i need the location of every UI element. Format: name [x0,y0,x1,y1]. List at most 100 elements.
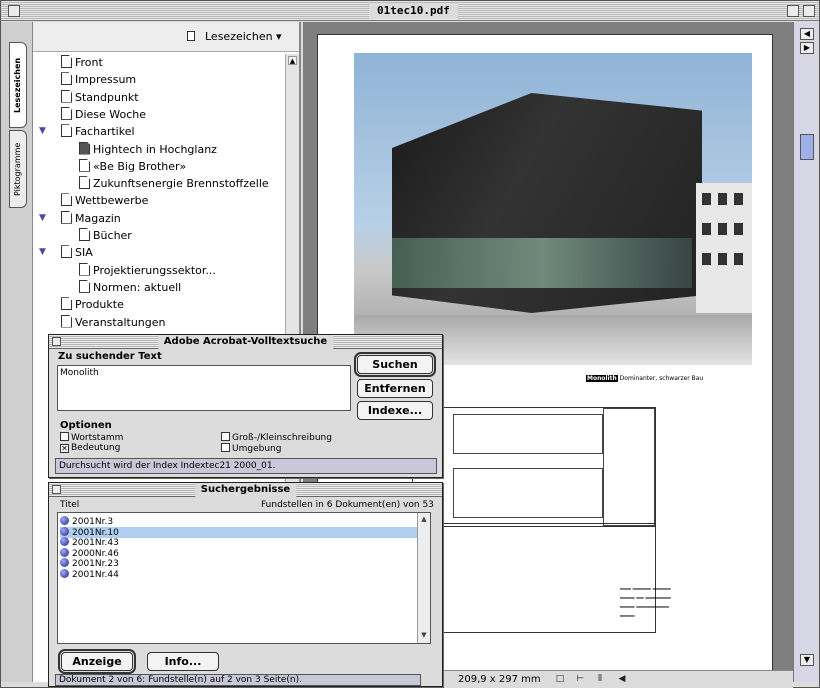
title-bar[interactable]: 01tec10.pdf [1,1,819,21]
search-input[interactable]: Monolith [57,365,351,411]
single-page-icon[interactable]: □ [553,674,567,686]
document-ball-icon [60,526,69,536]
result-label: 2001Nr.10 [72,527,119,538]
acrobat-window: 01tec10.pdf Lesezeichen Piktogramme Lese… [0,0,820,688]
bookmark-page-icon [79,279,90,293]
plan-caption: ━━━ ━━━━━ ━━━━━ ━━━━ ━━ ━━━━━━━ ━━━━ ━━━━━… [620,586,671,620]
zoom-box[interactable] [787,5,799,17]
bookmarks-menu[interactable]: Lesezeichen ▾ [205,30,282,43]
scroll-down-icon[interactable]: ▼ [800,654,814,666]
photo-side-building [696,183,752,313]
tab-bookmarks[interactable]: Lesezeichen [9,42,27,128]
collapse-box[interactable] [803,5,815,17]
close-box[interactable] [8,5,20,17]
search-dialog-title: Adobe Acrobat-Volltextsuche [157,335,334,349]
search-dialog: Adobe Acrobat-Volltextsuche Zu suchender… [48,334,443,478]
bookmark-page-icon [79,262,90,276]
bookmark-label: Standpunkt [75,90,139,104]
scroll-down-icon[interactable]: ▼ [419,631,429,641]
option-wordstem[interactable]: Wortstamm [60,432,123,443]
continuous-page-icon[interactable]: ⊢ [573,674,587,686]
scroll-up-icon[interactable]: ▲ [288,56,297,65]
scroll-thumb[interactable] [800,134,814,160]
next-page-icon[interactable]: ▶ [800,42,814,54]
bookmark-label: Produkte [75,298,124,312]
scroll-up-icon[interactable]: ▲ [419,515,429,525]
bookmark-item[interactable]: Veranstaltungen [61,314,166,331]
bookmark-page-icon [61,210,72,224]
bookmark-label: Bücher [93,229,132,242]
checkbox-icon[interactable] [221,443,230,452]
bookmark-label: Hightech in Hochglanz [93,142,217,156]
results-dialog-title: Suchergebnisse [194,483,297,497]
result-label: 2001Nr.3 [72,517,114,527]
checkbox-icon[interactable] [60,432,69,441]
bookmark-page-icon [61,106,72,120]
option-proximity[interactable]: Umgebung [221,443,281,454]
caption-text: Dominanter, schwarzer Bau [619,375,704,382]
expand-triangle-icon[interactable]: ▼ [39,244,46,261]
result-label: 2001Nr.44 [72,569,119,580]
result-label: 2001Nr.23 [72,559,119,569]
result-item[interactable]: 2000Nr.46 [60,547,418,559]
search-dialog-close[interactable] [52,337,61,346]
show-button[interactable]: Anzeige [58,649,136,674]
bookmark-item[interactable]: Normen: aktuell [79,279,181,296]
result-item[interactable]: 2001Nr.43 [60,537,418,548]
window-title: 01tec10.pdf [369,3,458,19]
bookmark-label: Zukunftsenergie Brennstoffzelle [93,177,269,191]
bookmark-item[interactable]: Wettbewerbe [61,192,148,209]
document-ball-icon [60,547,69,557]
results-dialog-titlebar[interactable]: Suchergebnisse [49,483,442,497]
document-scrollbar[interactable]: ◀ ▶ ▼ [793,22,819,682]
bookmark-label: «Be Big Brother» [93,159,187,173]
bookmark-item[interactable]: Hightech in Hochglanz [79,141,217,158]
prev-page-icon[interactable]: ◀ [800,28,814,40]
option-case[interactable]: Groß-/Kleinschreibung [221,432,332,443]
result-item[interactable]: 2001Nr.3 [60,516,418,527]
bookmark-item[interactable]: Projektierungssektor... [79,262,216,279]
side-tabs: Lesezeichen Piktogramme [1,22,33,682]
checkbox-checked-icon[interactable]: ✕ [60,444,69,453]
search-hit-highlight: Monolith [586,375,618,382]
result-label: 2001Nr.43 [72,538,119,548]
results-dialog-close[interactable] [52,485,61,494]
bookmark-item[interactable]: Standpunkt [61,89,139,106]
bookmark-label: Fachartikel [75,125,135,139]
bookmark-item[interactable]: Bücher [79,227,132,244]
result-item[interactable]: 2001Nr.10 [60,526,418,538]
result-item[interactable]: 2001Nr.44 [60,568,418,580]
expand-triangle-icon[interactable]: ▼ [39,123,46,140]
checkbox-icon[interactable] [221,432,230,441]
results-scrollbar[interactable]: ▲ ▼ [417,513,430,643]
document-ball-icon [60,516,69,525]
hscroll-left-icon[interactable]: ◀ [615,674,629,686]
facing-page-icon[interactable]: ⫴ [593,674,607,686]
remove-button[interactable]: Entfernen [357,379,433,398]
search-button[interactable]: Suchen [354,352,436,377]
building-photo [354,53,752,365]
results-list: 2001Nr.3 2001Nr.10 2001Nr.43 2000Nr.46 2001N… [57,512,431,644]
bookmark-label: SIA [75,246,93,260]
expand-triangle-icon[interactable]: ▼ [39,210,46,227]
bookmark-label: Front [75,56,103,69]
bookmark-item[interactable]: ▼ Magazin [39,210,121,227]
page-size: 209,9 x 297 mm [458,674,541,685]
bookmark-item[interactable]: Produkte [61,296,124,313]
indexes-button[interactable]: Indexe... [357,401,433,420]
bookmark-item[interactable]: Diese Woche [61,106,146,123]
bookmark-item[interactable]: Impressum [61,71,136,88]
info-button[interactable]: Info... [147,652,219,671]
bookmark-item[interactable]: Zukunftsenergie Brennstoffzelle [79,175,269,192]
tab-thumbnails[interactable]: Piktogramme [9,130,27,208]
bookmark-icon [187,31,195,41]
bookmark-page-icon [61,55,72,68]
bookmark-item[interactable]: ▼ Fachartikel [39,123,135,140]
search-dialog-titlebar[interactable]: Adobe Acrobat-Volltextsuche [49,335,442,349]
option-meaning[interactable]: ✕ Bedeutung [60,443,120,453]
result-item[interactable]: 2001Nr.23 [60,558,418,569]
bookmark-item[interactable]: ▼ SIA [39,244,93,261]
bookmark-item[interactable]: «Be Big Brother» [79,158,186,175]
bookmark-item[interactable]: Front [61,54,103,71]
bookmark-label: Magazin [75,211,121,225]
